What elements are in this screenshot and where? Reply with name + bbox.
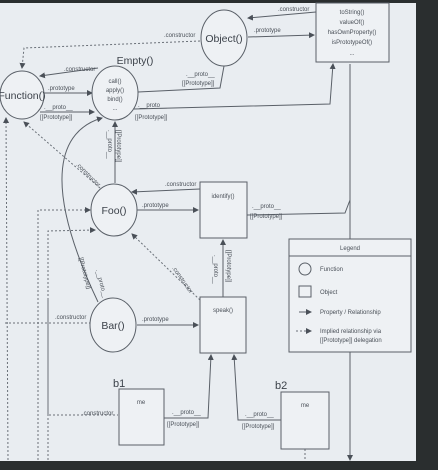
label-prototype: .prototype: [48, 86, 75, 92]
svg-text:toString(): toString(): [340, 10, 365, 16]
node-title: b1: [113, 378, 125, 390]
label-proto: .__proto__: [44, 105, 73, 111]
node-label: Object(): [205, 33, 242, 45]
label-constructor: .constructor: [278, 7, 309, 13]
svg-text:hasOwnProperty(): hasOwnProperty(): [328, 30, 377, 36]
label-constructor: .constructor: [82, 411, 113, 417]
label-proto: .__proto__: [252, 204, 281, 210]
label-prototype-internal: [[Prototype]]: [250, 214, 283, 220]
label-constructor: .constructor: [165, 182, 196, 188]
label-constructor: .constructor: [164, 33, 195, 39]
label-prototype-internal: [[Prototype]]: [167, 422, 200, 428]
label-prototype-internal: [[Prototype]]: [225, 250, 231, 283]
node-label: Bar(): [101, 320, 124, 332]
label-prototype-internal: [[Prototype]]: [135, 115, 168, 121]
svg-text:me: me: [301, 403, 310, 409]
label-proto: .__proto__: [212, 255, 218, 284]
legend-square-icon: [298, 285, 312, 298]
label-prototype: .prototype: [142, 203, 169, 209]
svg-text:bind(): bind(): [107, 97, 122, 103]
svg-text:Object: Object: [320, 290, 338, 296]
svg-text:...: ...: [349, 51, 354, 57]
svg-text:isPrototypeOf(): isPrototypeOf(): [332, 40, 372, 46]
label-prototype: .prototype: [254, 28, 281, 34]
label-prototype: .prototype: [142, 317, 169, 323]
node-title: Empty(): [117, 55, 154, 67]
svg-text:Function: Function: [320, 267, 343, 273]
node-bar: Bar(): [89, 297, 137, 353]
svg-text:[[Prototype]] delegation: [[Prototype]] delegation: [320, 338, 382, 344]
node-foo-prototype: identify(): [199, 181, 248, 239]
legend: Legend Function Object Property / Relati…: [288, 238, 412, 353]
label-proto: .__proto__: [186, 72, 215, 78]
label-proto: .__proto__: [106, 130, 112, 159]
label-proto: .__proto__: [245, 412, 274, 418]
svg-text:call(): call(): [109, 79, 122, 85]
node-title: b2: [275, 380, 287, 392]
svg-text:identify(): identify(): [211, 194, 234, 200]
svg-text:valueOf(): valueOf(): [340, 20, 365, 26]
node-bar-prototype: speak(): [199, 296, 247, 354]
svg-text:speak(): speak(): [213, 308, 233, 314]
node-label: Function(): [0, 90, 46, 102]
label-proto: .__proto__: [138, 103, 167, 109]
svg-text:me: me: [137, 400, 146, 406]
label-constructor: .constructor: [55, 315, 86, 321]
node-foo: Foo(): [90, 183, 138, 237]
node-label: Foo(): [101, 205, 126, 217]
label-proto: .__proto__: [172, 410, 201, 416]
legend-circle-icon: [298, 262, 312, 276]
label-prototype-internal: [[Prototype]]: [115, 130, 121, 163]
node-object-prototype: toString() valueOf() hasOwnProperty() is…: [315, 2, 390, 63]
diagram-photo: .constructor .prototype .constructor .co…: [0, 0, 438, 470]
legend-title: Legend: [340, 246, 360, 252]
svg-text:...: ...: [112, 106, 117, 112]
node-object: Object(): [200, 9, 248, 67]
label-constructor: .constructor: [64, 67, 95, 73]
prototype-diagram: .constructor .prototype .constructor .co…: [0, 2, 416, 461]
label-prototype-internal: [[Prototype]]: [40, 115, 73, 121]
label-prototype-internal: [[Prototype]]: [182, 81, 215, 87]
label-prototype-internal: [[Prototype]]: [242, 424, 275, 430]
svg-text:Implied relationship via: Implied relationship via: [320, 329, 382, 335]
svg-text:apply(): apply(): [106, 88, 124, 94]
svg-text:Property / Relationship: Property / Relationship: [320, 310, 381, 316]
